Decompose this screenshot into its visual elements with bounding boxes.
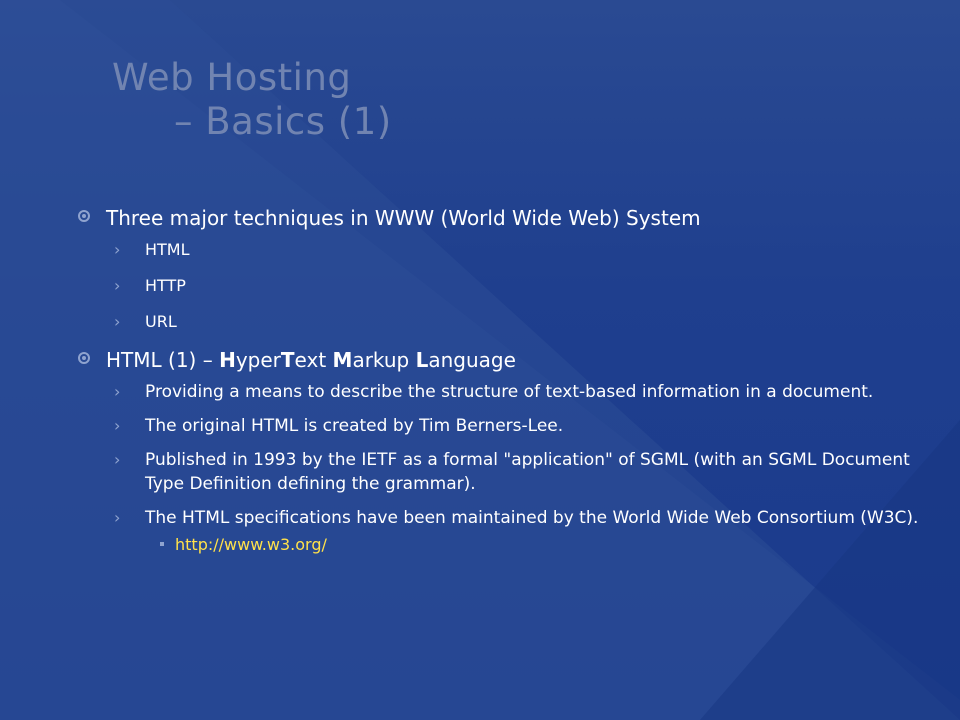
chevron-right-icon: › (114, 450, 121, 469)
bullet-techniques: Three major techniques in WWW (World Wid… (78, 204, 928, 232)
slide-content: Three major techniques in WWW (World Wid… (78, 204, 928, 556)
acronym-rest-h: yper (235, 348, 281, 372)
sub-item-w3c: › The HTML specifications have been main… (78, 506, 945, 530)
sub-item-http: › HTTP (78, 274, 945, 298)
sub-item-url: › URL (78, 310, 945, 334)
sub-item-text: URL (145, 312, 177, 331)
acronym-letter-m: M (332, 348, 353, 372)
chevron-right-icon: › (114, 312, 121, 331)
acronym-rest-m: arkup (352, 348, 416, 372)
acronym-rest-t: ext (294, 348, 333, 372)
sub-item-text: HTML (145, 240, 190, 259)
square-bullet-icon (160, 542, 164, 546)
chevron-right-icon: › (114, 276, 121, 295)
chevron-right-icon: › (114, 416, 121, 435)
bullet-text: Three major techniques in WWW (World Wid… (106, 206, 701, 230)
sub-item-html: › HTML (78, 238, 945, 262)
sub-item-text: HTTP (145, 276, 186, 295)
acronym-letter-t: T (280, 348, 295, 372)
sub-item-text: Providing a means to describe the struct… (145, 382, 874, 402)
sub-item-ietf: › Published in 1993 by the IETF as a for… (78, 448, 945, 496)
slide: Web Hosting – Basics (1) Three major tec… (0, 0, 960, 720)
sub-item-text: The HTML specifications have been mainta… (145, 508, 919, 528)
bullet-html-definition: HTML (1) – HyperText Markup Language (78, 346, 928, 374)
circle-bullet-icon (78, 352, 90, 364)
w3c-link[interactable]: http://www.w3.org/ (175, 535, 327, 554)
title-line-1: Web Hosting (112, 56, 352, 99)
acronym-rest-l: anguage (428, 348, 516, 372)
chevron-right-icon: › (114, 240, 121, 259)
slide-title: Web Hosting – Basics (1) (112, 56, 832, 144)
sub-item-text: The original HTML is created by Tim Bern… (145, 416, 564, 436)
acronym-letter-l: L (415, 348, 429, 372)
sub-item-means: › Providing a means to describe the stru… (78, 380, 945, 404)
chevron-right-icon: › (114, 382, 121, 401)
w3c-link-item: http://www.w3.org/ (78, 534, 928, 556)
acronym-letter-h: H (219, 348, 236, 372)
circle-bullet-icon (78, 210, 90, 222)
sub-item-creator: › The original HTML is created by Tim Be… (78, 414, 945, 438)
sub-item-text: Published in 1993 by the IETF as a forma… (145, 450, 910, 494)
chevron-right-icon: › (114, 508, 121, 527)
bullet-prefix: HTML (1) – (106, 348, 220, 372)
title-line-2: – Basics (1) (174, 100, 392, 143)
